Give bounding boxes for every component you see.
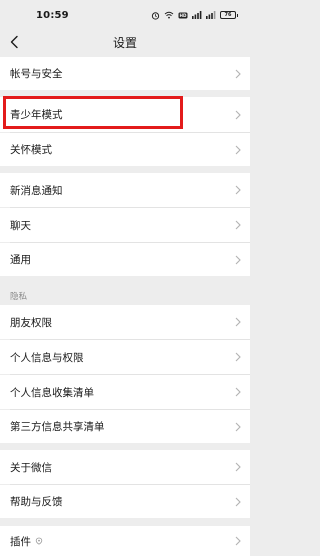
hd-icon: HD <box>178 12 188 18</box>
wifi-icon <box>164 11 174 19</box>
settings-item-general[interactable]: 通用 <box>0 243 250 276</box>
svg-text:HD: HD <box>180 13 188 18</box>
battery-level: 76 <box>220 11 236 19</box>
settings-item-chat[interactable]: 聊天 <box>0 208 250 242</box>
chevron-right-icon <box>235 422 241 431</box>
settings-item-third-party-sharing-list[interactable]: 第三方信息共享清单 <box>0 410 250 443</box>
settings-item-label: 聊天 <box>10 219 31 232</box>
settings-item-label: 关于微信 <box>10 461 52 474</box>
settings-item-plugins[interactable]: 插件 <box>0 526 250 556</box>
settings-item-label: 个人信息收集清单 <box>10 386 94 399</box>
chevron-right-icon <box>235 462 241 472</box>
signal-icon <box>206 11 216 19</box>
chevron-right-icon <box>235 220 241 230</box>
settings-item-account-security[interactable]: 帐号与安全 <box>0 57 250 90</box>
settings-item-label: 第三方信息共享清单 <box>10 421 105 433</box>
chevron-right-icon <box>235 387 241 397</box>
chevron-right-icon <box>235 255 241 264</box>
settings-item-about-wechat[interactable]: 关于微信 <box>0 450 250 484</box>
settings-item-care-mode[interactable]: 关怀模式 <box>0 133 250 166</box>
settings-item-label: 朋友权限 <box>10 316 52 329</box>
settings-item-new-message-notifications[interactable]: 新消息通知 <box>0 173 250 207</box>
settings-item-label: 帮助与反馈 <box>10 496 63 508</box>
settings-item-personal-info-permissions[interactable]: 个人信息与权限 <box>0 340 250 374</box>
settings-item-friend-permissions[interactable]: 朋友权限 <box>0 305 250 339</box>
chevron-right-icon <box>235 317 241 327</box>
alarm-icon <box>151 11 160 20</box>
settings-item-label: 帐号与安全 <box>10 68 63 80</box>
status-icons: HD 76 <box>151 11 238 20</box>
chevron-right-icon <box>235 145 241 154</box>
status-time: 10:59 <box>36 9 69 21</box>
page-title: 设置 <box>112 36 137 50</box>
settings-item-help-feedback[interactable]: 帮助与反馈 <box>0 485 250 518</box>
settings-item-label: 新消息通知 <box>10 184 63 197</box>
chevron-right-icon <box>235 352 241 362</box>
settings-item-label: 个人信息与权限 <box>10 351 84 364</box>
settings-item-personal-info-collection-list[interactable]: 个人信息收集清单 <box>0 375 250 409</box>
chevron-right-icon <box>235 536 241 546</box>
plugin-icon <box>35 537 43 545</box>
chevron-right-icon <box>235 110 241 119</box>
signal-icon <box>192 11 202 19</box>
chevron-right-icon <box>235 497 241 506</box>
highlight-annotation-box <box>3 96 183 129</box>
settings-item-label: 关怀模式 <box>10 144 52 156</box>
settings-item-label: 插件 <box>10 535 31 548</box>
battery-icon: 76 <box>220 11 238 19</box>
status-bar: 10:59 HD 76 <box>0 0 250 30</box>
chevron-right-icon <box>235 69 241 78</box>
settings-item-label: 通用 <box>10 254 31 266</box>
chevron-right-icon <box>235 185 241 195</box>
section-label-privacy: 隐私 <box>10 292 28 302</box>
nav-bar: 设置 <box>0 28 250 56</box>
